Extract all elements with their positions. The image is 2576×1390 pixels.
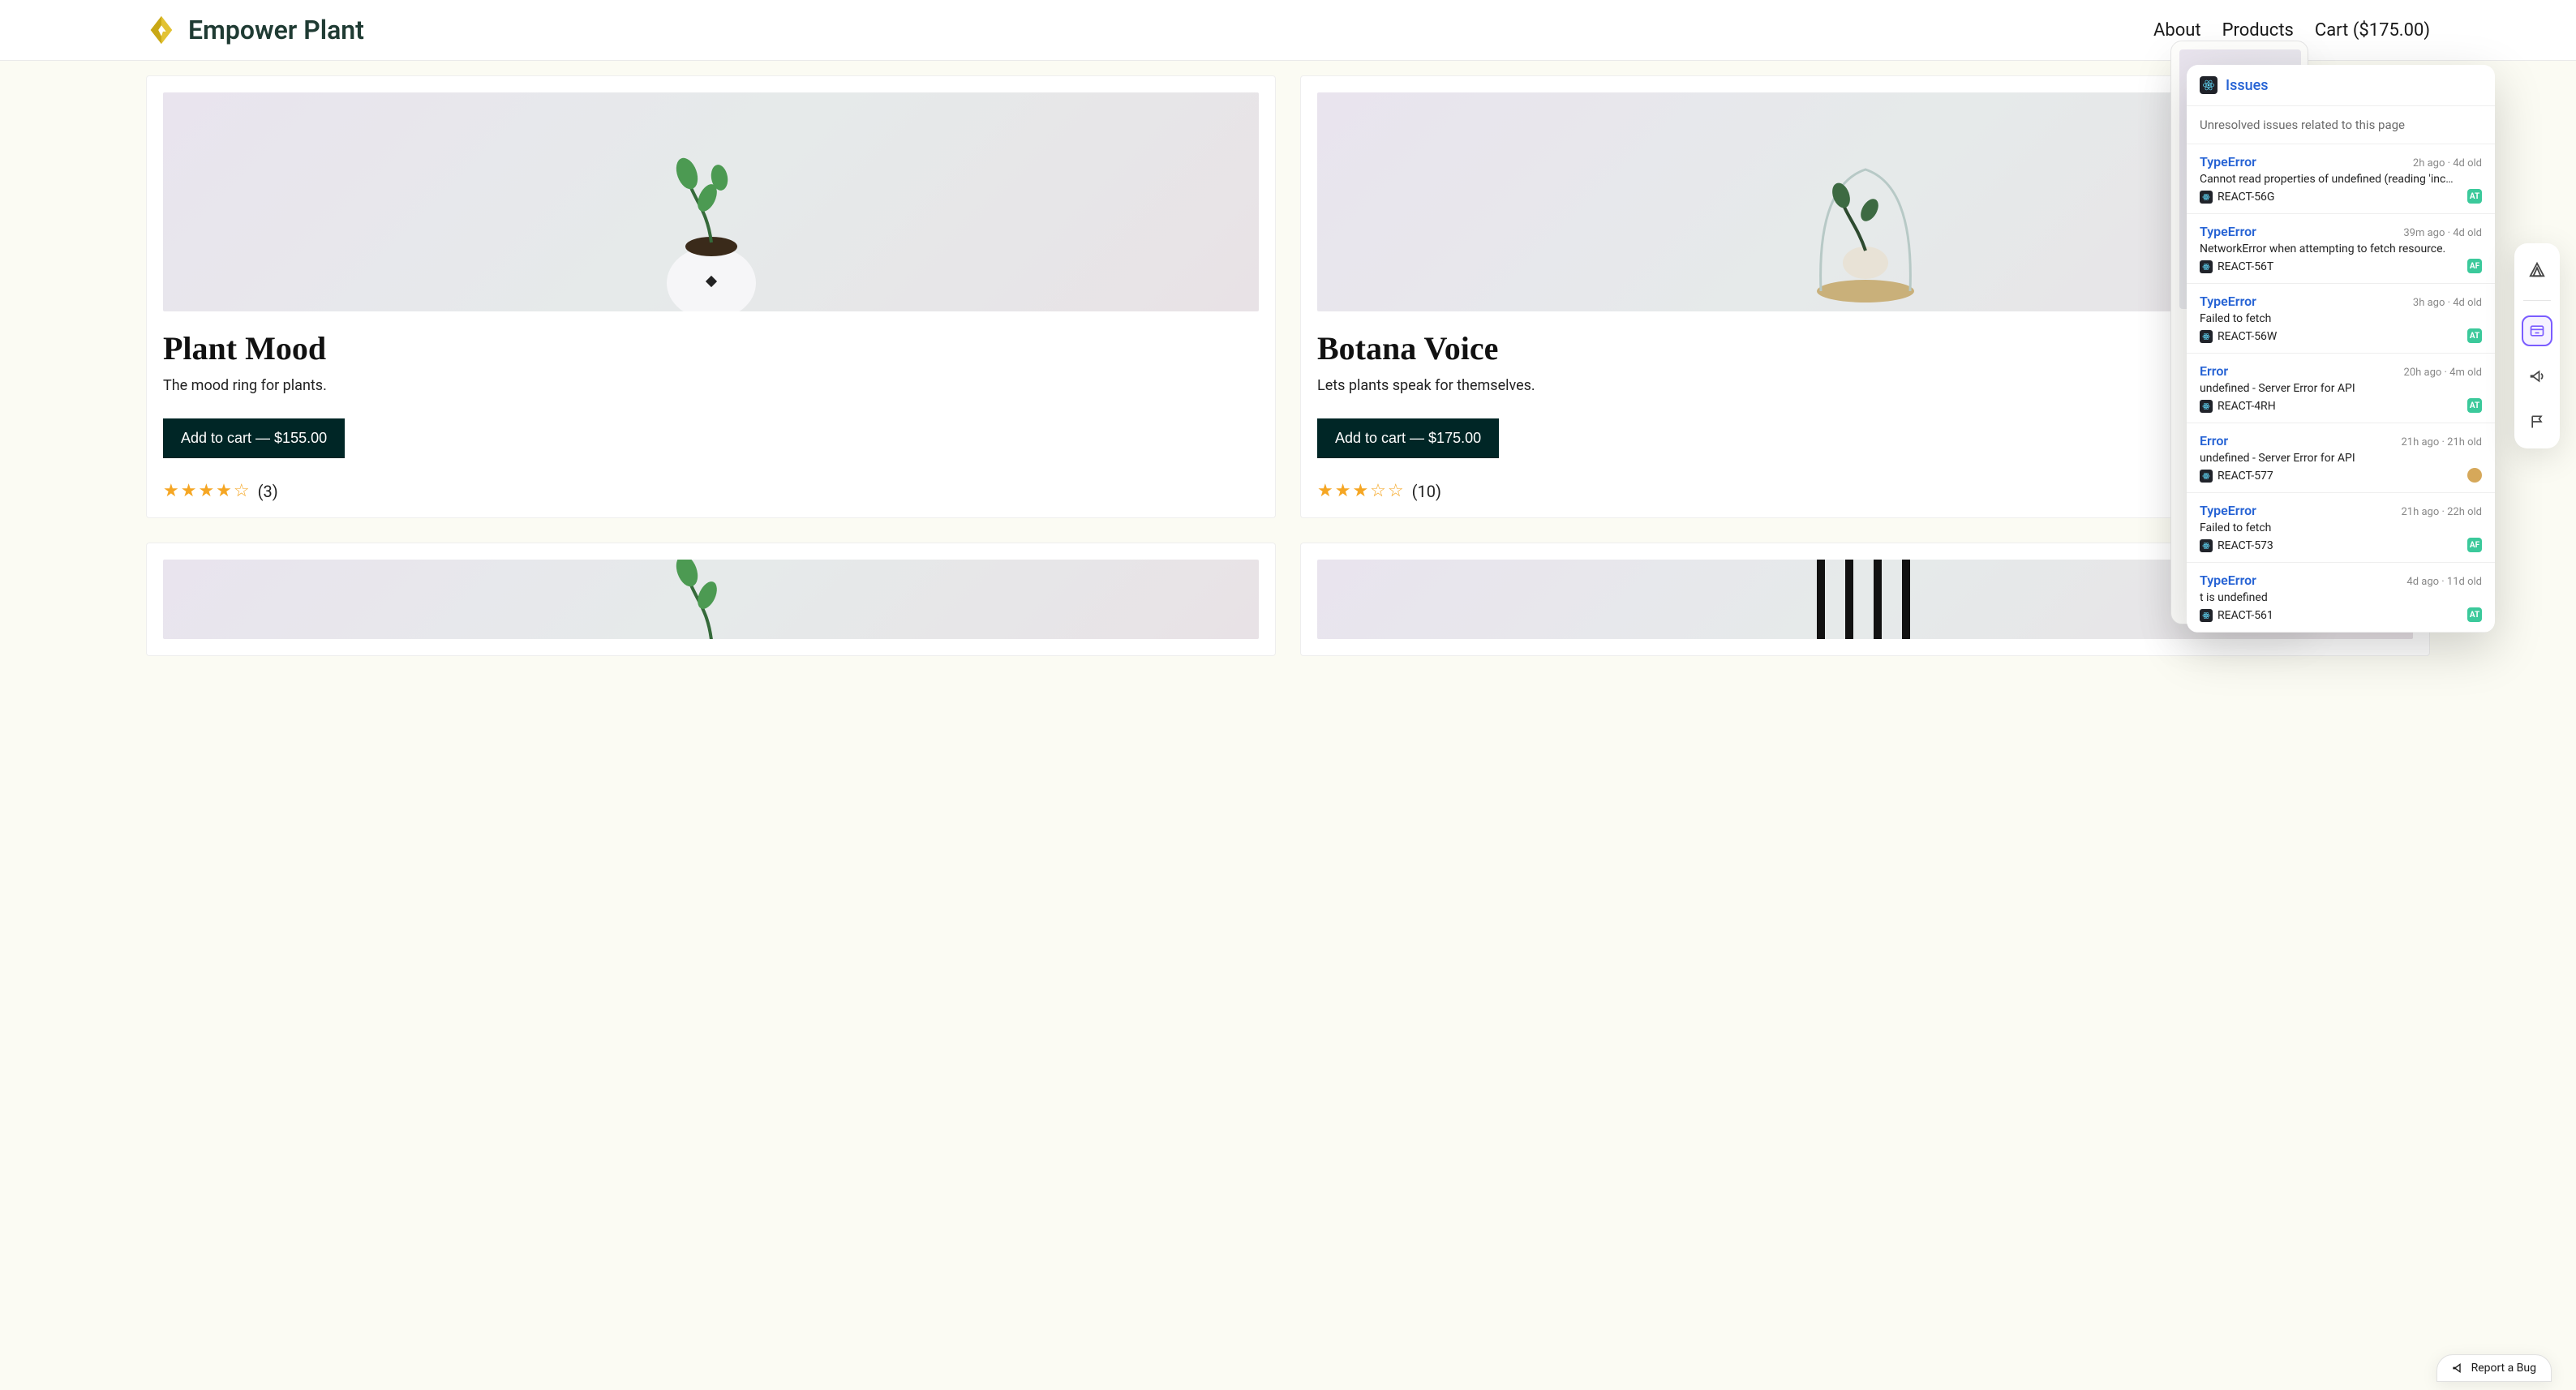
issues-panel: Issues Unresolved issues related to this… [2187,65,2495,633]
issues-panel-header: Issues [2187,65,2495,106]
product-card: Plant Mood The mood ring for plants. Add… [146,75,1276,518]
react-icon [2200,76,2218,94]
issue-id: REACT-561 [2218,609,2273,622]
star-icon: ★★★☆☆ [1317,481,1406,501]
issue-item[interactable]: TypeError 2h ago · 4d old Cannot read prop… [2187,144,2495,214]
assignee-avatar: AT [2467,328,2482,343]
issue-type: TypeError [2200,573,2256,588]
dev-toolbar [2514,243,2560,448]
megaphone-tool-button[interactable] [2522,361,2552,392]
react-icon [2200,260,2213,273]
issue-message: Failed to fetch [2200,521,2482,534]
star-icon: ★★★★☆ [163,481,251,501]
issue-id: REACT-577 [2218,470,2273,483]
product-image [163,560,1259,639]
issue-time: 2h ago · 4d old [2413,157,2482,169]
plant-icon [630,560,792,639]
issues-tool-button[interactable] [2522,315,2552,346]
issue-item[interactable]: Error 21h ago · 21h old undefined - Server… [2187,423,2495,493]
react-icon [2200,400,2213,413]
nav-cart[interactable]: Cart ($175.00) [2315,20,2430,41]
issue-type: TypeError [2200,503,2256,518]
nav-about[interactable]: About [2153,20,2201,41]
assignee-avatar [2467,468,2482,483]
issue-item[interactable]: TypeError 4d ago · 11d old t is undefined R… [2187,563,2495,633]
product-image [163,92,1259,311]
issue-message: NetworkError when attempting to fetch re… [2200,242,2482,255]
issue-type: TypeError [2200,224,2256,239]
add-to-cart-button[interactable]: Add to cart — $155.00 [163,418,345,458]
issues-panel-title[interactable]: Issues [2226,77,2269,94]
brand-name: Empower Plant [188,15,364,45]
main-nav: About Products Cart ($175.00) [2153,20,2430,41]
issues-panel-subtitle: Unresolved issues related to this page [2187,106,2495,144]
toolbar-divider [2523,300,2551,301]
issue-id: REACT-56W [2218,330,2277,343]
product-rating: ★★★★☆ (3) [163,481,1259,501]
assignee-avatar: AF [2467,259,2482,273]
issue-time: 4d ago · 11d old [2406,576,2482,588]
issue-list: TypeError 2h ago · 4d old Cannot read prop… [2187,144,2495,633]
add-to-cart-button[interactable]: Add to cart — $175.00 [1317,418,1499,458]
issue-time: 3h ago · 4d old [2413,297,2482,309]
react-icon [2200,609,2213,622]
product-description: The mood ring for plants. [163,377,1259,394]
issue-time: 21h ago · 22h old [2401,506,2482,518]
issue-type: Error [2200,433,2228,448]
plant-icon [630,121,792,311]
react-icon [2200,330,2213,343]
issue-time: 39m ago · 4d old [2403,227,2482,239]
issue-message: undefined - Server Error for API [2200,452,2482,465]
assignee-avatar: AT [2467,607,2482,622]
brand-logo-icon [146,15,177,45]
issue-id: REACT-573 [2218,539,2273,552]
issue-type: TypeError [2200,294,2256,309]
issue-item[interactable]: TypeError 3h ago · 4d old Failed to fetch R… [2187,284,2495,354]
rating-count: (10) [1412,482,1441,501]
issue-type: Error [2200,363,2228,379]
issue-message: Cannot read properties of undefined (rea… [2200,173,2482,186]
issue-id: REACT-4RH [2218,400,2276,413]
rating-count: (3) [258,482,278,501]
flag-tool-button[interactable] [2522,406,2552,437]
react-icon [2200,191,2213,204]
issue-message: Failed to fetch [2200,312,2482,325]
assignee-avatar: AF [2467,538,2482,552]
megaphone-icon [2452,1362,2465,1375]
react-icon [2200,539,2213,552]
issue-type: TypeError [2200,154,2256,169]
issue-item[interactable]: TypeError 21h ago · 22h old Failed to fetc… [2187,493,2495,563]
sentry-icon[interactable] [2522,255,2552,285]
brand[interactable]: Empower Plant [146,15,364,45]
issue-item[interactable]: TypeError 39m ago · 4d old NetworkError wh… [2187,214,2495,284]
plant-dome-icon [1784,121,1947,311]
product-card [146,543,1276,656]
report-bug-label: Report a Bug [2471,1362,2536,1375]
issue-message: t is undefined [2200,591,2482,604]
issue-id: REACT-56G [2218,191,2274,204]
nav-products[interactable]: Products [2222,20,2294,41]
report-bug-button[interactable]: Report a Bug [2436,1354,2552,1382]
product-title: Plant Mood [163,329,1259,367]
issue-time: 21h ago · 21h old [2401,436,2482,448]
assignee-avatar: AT [2467,189,2482,204]
issue-message: undefined - Server Error for API [2200,382,2482,395]
issue-item[interactable]: Error 20h ago · 4m old undefined - Server … [2187,354,2495,423]
assignee-avatar: AT [2467,398,2482,413]
issue-id: REACT-56T [2218,260,2273,273]
react-icon [2200,470,2213,483]
sticks-icon [1801,560,1930,639]
issue-time: 20h ago · 4m old [2404,367,2482,379]
